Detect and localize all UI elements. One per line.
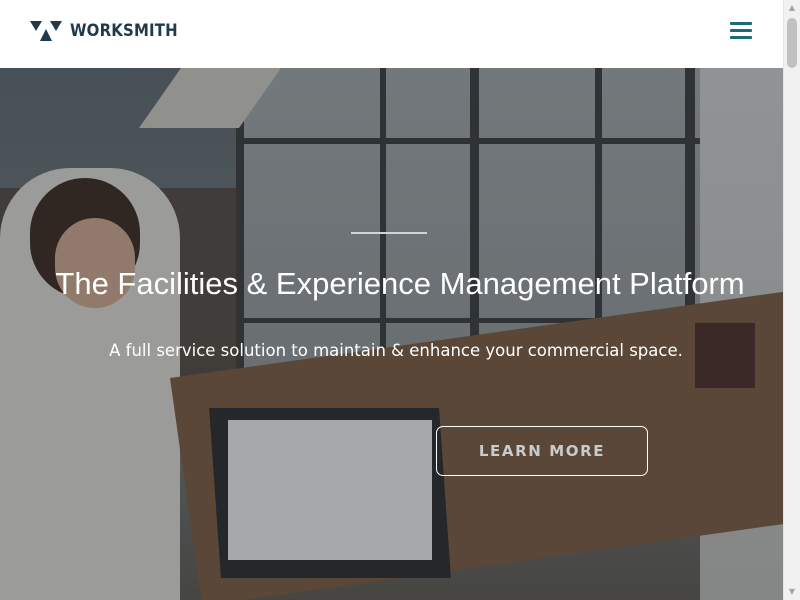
menu-button[interactable] xyxy=(730,22,752,42)
site-header: WORKSMITH xyxy=(0,0,783,68)
scrollbar-thumb[interactable] xyxy=(787,18,797,68)
brand-name: WORKSMITH xyxy=(70,21,178,41)
hero-headline: The Facilities & Experience Management P… xyxy=(55,266,745,301)
page-scrollbar[interactable]: ▲ ▼ xyxy=(783,0,800,600)
hamburger-menu-icon xyxy=(730,22,752,25)
hero-section: The Facilities & Experience Management P… xyxy=(0,68,783,600)
hero-overlay xyxy=(0,68,783,600)
logo[interactable]: WORKSMITH xyxy=(30,20,193,42)
scroll-up-arrow-icon[interactable]: ▲ xyxy=(784,0,800,16)
hero-divider xyxy=(351,232,427,234)
hamburger-menu-icon-bar xyxy=(730,29,752,32)
worksmith-logo-icon xyxy=(30,21,62,41)
hamburger-menu-icon-bar xyxy=(730,36,752,39)
hero-subheadline: A full service solution to maintain & en… xyxy=(109,341,683,360)
learn-more-button[interactable]: LEARN MORE xyxy=(436,426,648,476)
scroll-down-arrow-icon[interactable]: ▼ xyxy=(784,584,800,600)
